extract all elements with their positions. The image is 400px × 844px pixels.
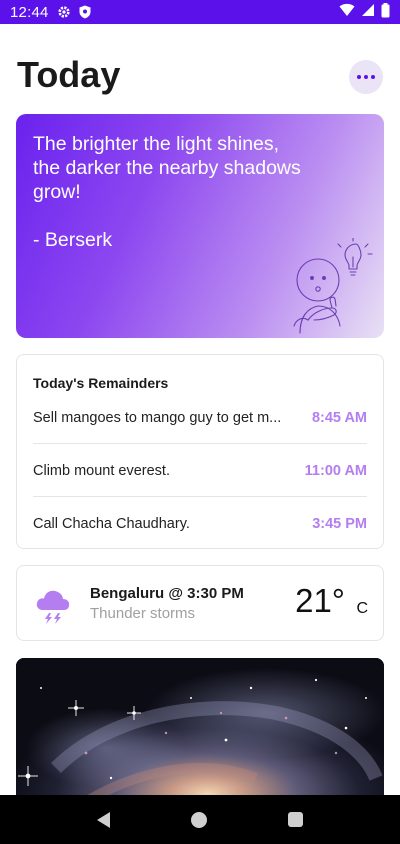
reminders-title: Today's Remainders (33, 375, 169, 391)
thunderstorm-cloud-icon (36, 590, 70, 624)
more-horizontal-icon (364, 75, 368, 79)
home-icon[interactable] (190, 811, 207, 828)
reminder-time: 8:45 AM (311, 409, 367, 426)
weather-condition: Thunder storms (90, 605, 196, 622)
weather-card[interactable]: Bengaluru @ 3:30 PM Thunder storms 21° C (16, 565, 384, 641)
gear-icon (57, 5, 71, 19)
shield-icon (79, 5, 91, 19)
reminder-row[interactable]: Sell mangoes to mango guy to get m... 8:… (33, 391, 367, 444)
cellular-icon (361, 3, 375, 21)
quote-text: The brighter the light shines, the darke… (33, 133, 301, 203)
page-title: Today (17, 54, 121, 95)
thinking-person-illustration (293, 238, 373, 334)
more-options-button[interactable] (349, 60, 383, 94)
weather-unit: C (356, 600, 368, 617)
reminders-card: Today's Remainders Sell mangoes to mango… (16, 354, 384, 549)
wifi-icon (339, 3, 355, 21)
reminder-text: Sell mangoes to mango guy to get m... (33, 409, 282, 426)
status-bar: 12:44 (0, 0, 400, 24)
more-horizontal-icon (357, 75, 361, 79)
weather-location-time: Bengaluru @ 3:30 PM (90, 585, 244, 602)
quote-card[interactable]: The brighter the light shines, the darke… (16, 114, 384, 338)
reminder-text: Call Chacha Chaudhary. (33, 515, 190, 532)
reminder-text: Climb mount everest. (33, 462, 170, 479)
status-time: 12:44 (10, 3, 49, 21)
reminder-row[interactable]: Climb mount everest. 11:00 AM (33, 444, 367, 497)
back-icon[interactable] (96, 811, 110, 828)
quote-author: - Berserk (33, 229, 113, 251)
reminder-time: 11:00 AM (304, 462, 367, 479)
galaxy-image (16, 658, 384, 818)
recents-icon[interactable] (288, 812, 304, 827)
header: Today (17, 52, 383, 102)
navigation-bar (0, 795, 400, 844)
weather-temperature: 21° (295, 582, 345, 619)
battery-icon (381, 2, 390, 22)
reminder-row[interactable]: Call Chacha Chaudhary. 3:45 PM (33, 497, 367, 550)
galaxy-image-card[interactable] (16, 658, 384, 818)
reminder-time: 3:45 PM (312, 515, 367, 532)
more-horizontal-icon (371, 75, 375, 79)
